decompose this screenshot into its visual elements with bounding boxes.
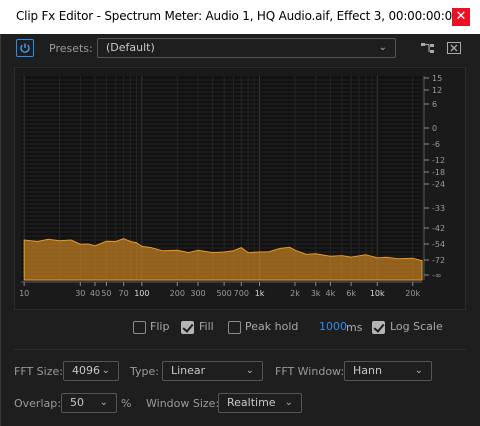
fft-window-label: FFT Window: [275,365,345,378]
y-tick-label: -54 [432,240,445,249]
chevron-down-icon: ⌄ [99,397,108,408]
window-size-dropdown[interactable]: Realtime ⌄ [218,393,302,413]
overlap-value: 50 [70,396,84,409]
power-icon [20,43,30,53]
presets-value: (Default) [106,41,155,54]
peak-hold-checkbox[interactable] [228,321,241,334]
x-tick-label: 1k [255,289,265,298]
x-tick-label: 500 [216,289,231,298]
y-tick-label: -18 [432,168,445,177]
delete-preset-icon[interactable] [447,42,461,54]
x-tick-label: 50 [101,289,111,298]
fft-size-dropdown[interactable]: 4096 ⌄ [63,361,119,381]
chevron-down-icon: ⌄ [414,365,423,376]
y-tick-label: -33 [432,204,445,213]
fft-size-label: FFT Size: [14,365,63,378]
chevron-down-icon: ⌄ [284,397,293,408]
fft-size-value: 4096 [72,364,100,377]
y-tick-label: -24 [432,180,445,189]
chevron-down-icon: ⌄ [245,365,254,376]
y-tick-label: -72 [432,256,445,265]
y-tick-label: 12 [432,86,442,95]
presets-label: Presets: [49,42,93,55]
y-tick-label: -6 [432,140,440,149]
peak-hold-label: Peak hold [245,320,299,333]
log-scale-checkbox[interactable] [372,321,385,334]
x-tick-label: 4k [326,289,336,298]
preset-options-icon[interactable] [420,41,436,55]
x-tick-label: 30 [75,289,85,298]
divider [14,349,466,350]
peak-hold-unit: ms [346,321,363,334]
x-tick-label: 100 [134,289,149,298]
fft-window-dropdown[interactable]: Hann ⌄ [344,361,432,381]
type-value: Linear [171,364,206,377]
x-tick-label: 300 [190,289,205,298]
window-edge [0,34,1,426]
x-tick-label: 700 [234,289,249,298]
presets-dropdown[interactable]: (Default) ⌄ [97,38,396,58]
chevron-down-icon: ⌄ [378,42,387,53]
x-tick-label: 20k [405,289,420,298]
window-title: Clip Fx Editor - Spectrum Meter: Audio 1… [16,9,460,23]
y-tick-label: 6 [432,100,437,109]
y-tick-label: 15 [432,74,442,83]
y-tick-label: -42 [432,224,445,233]
fill-label: Fill [199,320,214,333]
close-button[interactable]: ✕ [452,8,470,26]
fill-checkbox[interactable] [181,321,194,334]
x-tick-label: 6k [346,289,356,298]
peak-hold-value[interactable]: 1000 [319,320,347,333]
type-label: Type: [130,365,159,378]
type-dropdown[interactable]: Linear ⌄ [162,361,263,381]
x-tick-label: 10k [370,289,385,298]
window-size-label: Window Size: [146,397,220,410]
fft-window-value: Hann [353,364,382,377]
power-button[interactable] [16,39,34,57]
x-tick-label: 10 [19,289,29,298]
y-tick-label: 0 [432,124,437,133]
y-tick-label: -∞ [432,271,442,280]
chevron-down-icon: ⌄ [101,365,110,376]
x-tick-label: 2k [290,289,300,298]
overlap-dropdown[interactable]: 50 ⌄ [61,393,117,413]
window-size-value: Realtime [227,396,276,409]
overlap-unit: % [121,397,132,410]
flip-label: Flip [150,320,170,333]
overlap-label: Overlap: [14,397,61,410]
log-scale-label: Log Scale [390,320,443,333]
x-tick-label: 200 [170,289,185,298]
flip-checkbox[interactable] [133,321,146,334]
y-tick-label: -12 [432,156,445,165]
x-tick-label: 70 [119,289,129,298]
title-bar: Clip Fx Editor - Spectrum Meter: Audio 1… [0,0,480,34]
spectrum-chart: 15 12 6 0 -6 -12 -18 -24 -33 -42 -54 -72 -∞ 10 30 40 50 7… [19,74,445,298]
x-tick-label: 3k [311,289,321,298]
x-tick-label: 40 [90,289,100,298]
